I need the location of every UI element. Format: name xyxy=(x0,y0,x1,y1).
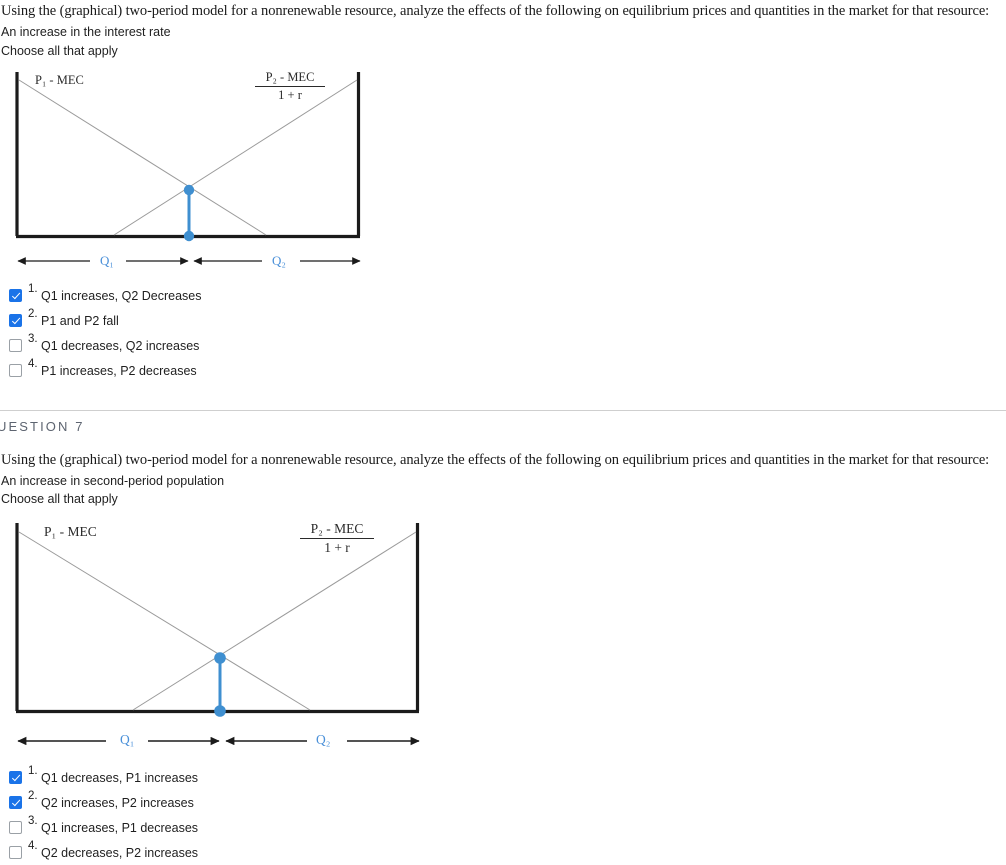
equilibrium-point-upper xyxy=(183,184,195,196)
q7-checkbox-4[interactable] xyxy=(9,846,22,859)
fraction-denominator: 1 + r xyxy=(324,540,350,555)
q7-option-4-number: 4. xyxy=(28,840,38,852)
question-6-diagram: P₁ - MEC P₂ - MEC 1 + r Q₁ Q₂ xyxy=(0,62,400,274)
q6-option-3-label: Q1 decreases, Q2 increases xyxy=(41,339,200,353)
diagram-label-p1-mec: P₁ - MEC xyxy=(44,524,97,539)
fraction-bar xyxy=(300,538,374,539)
diagram-line-p1-mec xyxy=(18,531,311,711)
question-7-diagram: P₁ - MEC P₂ - MEC 1 + r Q₁ Q₂ xyxy=(0,512,460,752)
fraction-denominator: 1 + r xyxy=(278,88,302,102)
q6-checkbox-3[interactable] xyxy=(9,339,22,352)
fraction-numerator: P₂ - MEC xyxy=(310,521,364,536)
diagram-axis-label-q2: Q₂ xyxy=(272,253,286,268)
q7-option-3-number: 3. xyxy=(28,815,38,827)
q7-option-2-number: 2. xyxy=(28,790,38,802)
q6-option-4-number: 4. xyxy=(28,358,38,370)
q6-option-2-label: P1 and P2 fall xyxy=(41,314,119,328)
diagram-label-p1-mec: P₁ - MEC xyxy=(35,73,84,87)
diagram-label-p2-mec-fraction: P₂ - MEC 1 + r xyxy=(292,521,382,556)
question-7-heading: UESTION 7 xyxy=(0,419,85,434)
diagram-line-p1-mec xyxy=(18,79,267,236)
diagram-line-p2-mec xyxy=(113,79,358,236)
q6-option-4-label: P1 increases, P2 decreases xyxy=(41,364,197,378)
question-6-scenario: An increase in the interest rate xyxy=(1,25,171,39)
q7-checkbox-3[interactable] xyxy=(9,821,22,834)
question-6-instruction: Choose all that apply xyxy=(1,44,118,58)
q6-checkbox-2[interactable] xyxy=(9,314,22,327)
q6-option-1-number: 1. xyxy=(28,283,38,295)
fraction-numerator: P₂ - MEC xyxy=(265,70,315,84)
diagram-line-p2-mec xyxy=(132,531,417,711)
question-7-instruction: Choose all that apply xyxy=(1,492,118,506)
diagram-axis-label-q1: Q₁ xyxy=(100,253,114,268)
question-7-scenario: An increase in second-period population xyxy=(1,474,225,488)
diagram-axis-label-q2: Q₂ xyxy=(316,732,331,747)
q6-option-3-number: 3. xyxy=(28,333,38,345)
q7-checkbox-2[interactable] xyxy=(9,796,22,809)
equilibrium-point-lower xyxy=(214,705,226,717)
q7-option-4-label: Q2 decreases, P2 increases xyxy=(41,846,199,860)
fraction-bar xyxy=(255,86,325,87)
q7-option-2-label: Q2 increases, P2 increases xyxy=(41,796,194,810)
diagram-axis-label-q1: Q₁ xyxy=(120,732,135,747)
q6-checkbox-4[interactable] xyxy=(9,364,22,377)
question-7-prompt: Using the (graphical) two-period model f… xyxy=(1,452,990,468)
equilibrium-point-upper xyxy=(214,652,226,664)
q6-option-2-number: 2. xyxy=(28,308,38,320)
section-divider xyxy=(0,410,1006,411)
q7-option-1-label: Q1 decreases, P1 increases xyxy=(41,771,199,785)
q6-option-1-label: Q1 increases, Q2 Decreases xyxy=(41,289,202,303)
diagram-label-p2-mec-fraction: P₂ - MEC 1 + r xyxy=(247,70,333,103)
q6-checkbox-1[interactable] xyxy=(9,289,22,302)
q7-checkbox-1[interactable] xyxy=(9,771,22,784)
equilibrium-point-lower xyxy=(183,230,195,242)
q7-option-3-label: Q1 increases, P1 decreases xyxy=(41,821,199,835)
q7-option-1-number: 1. xyxy=(28,765,38,777)
question-6-prompt: Using the (graphical) two-period model f… xyxy=(1,3,990,19)
